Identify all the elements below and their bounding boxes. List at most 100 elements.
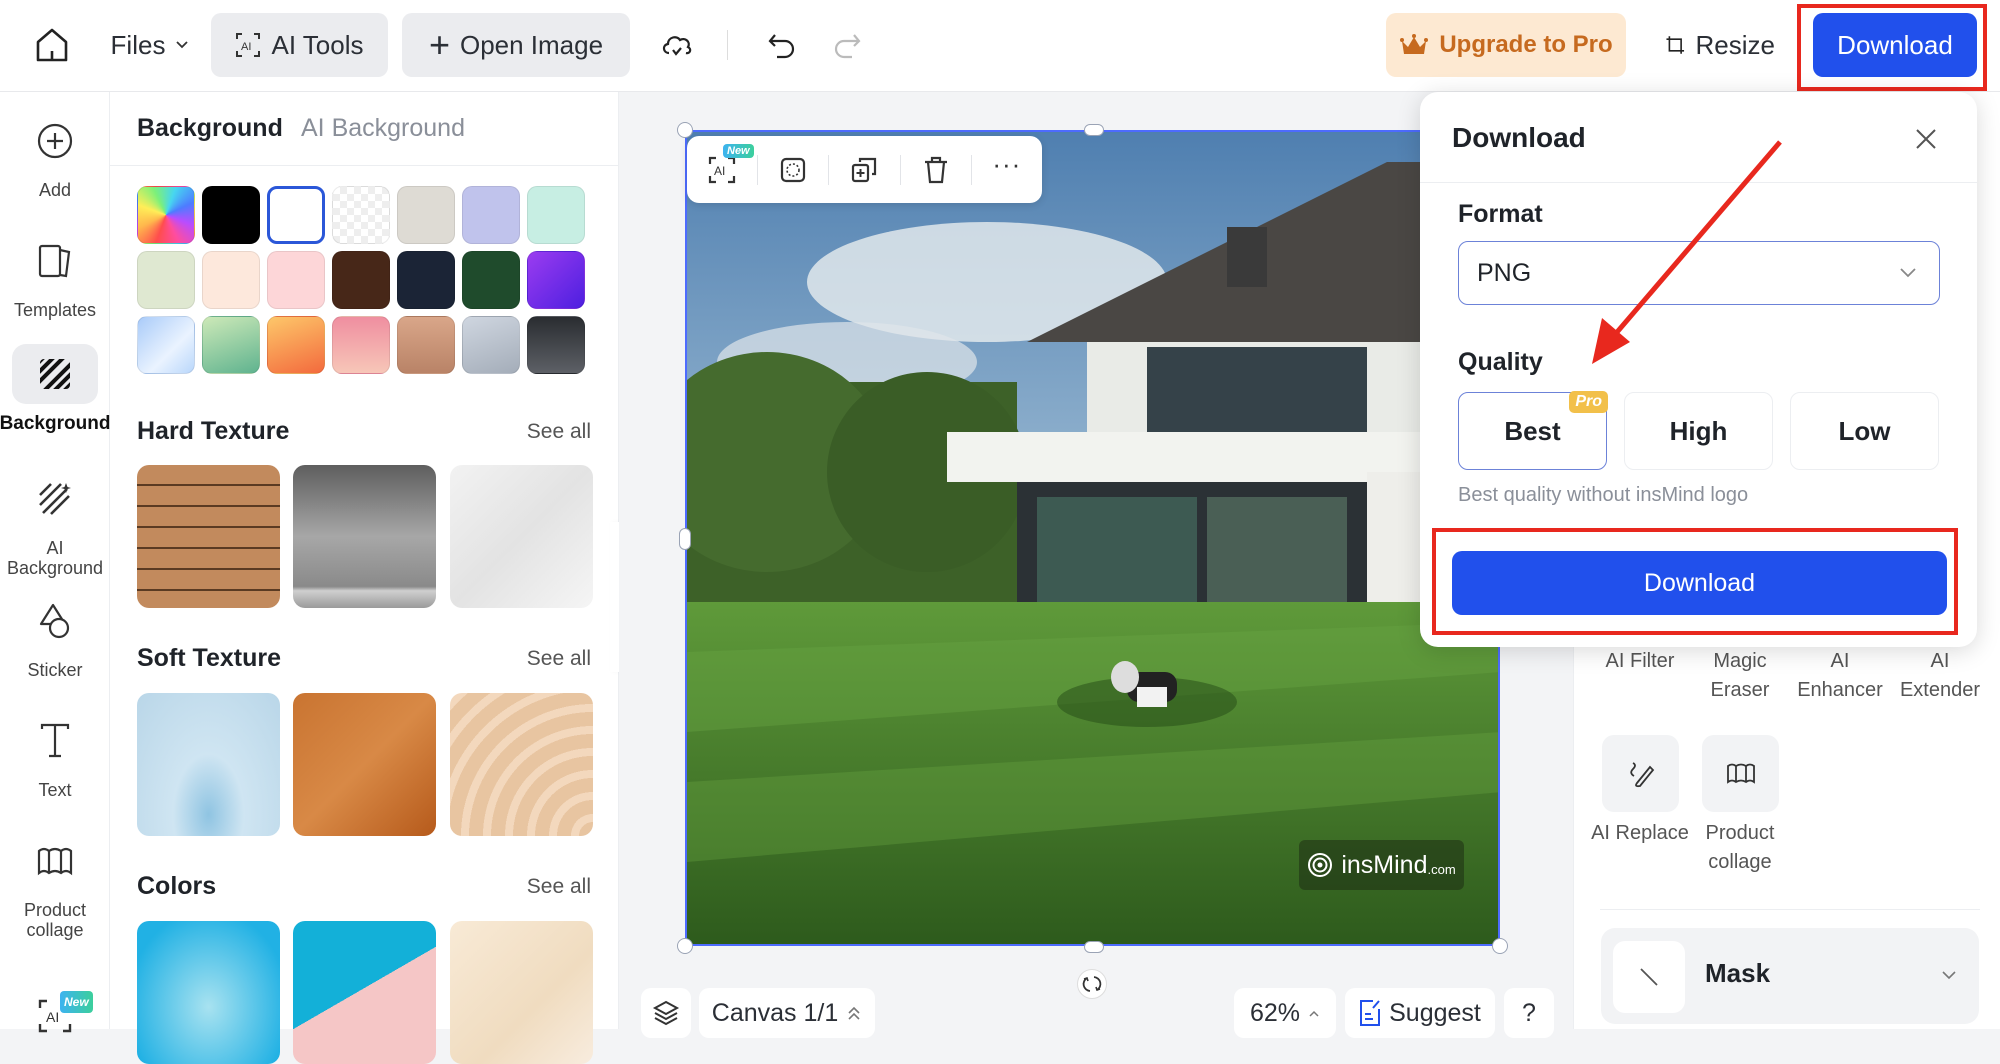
rail-item-text[interactable]: Text xyxy=(0,712,110,800)
color-swatch[interactable] xyxy=(137,251,195,309)
color-swatch[interactable] xyxy=(527,316,585,374)
format-value: PNG xyxy=(1477,258,1532,287)
tab-background[interactable]: Background xyxy=(137,114,283,143)
ai-edit-button[interactable]: AI New xyxy=(687,136,757,203)
ai-scan-icon: AI xyxy=(708,156,736,183)
select-subject-button[interactable] xyxy=(758,136,828,203)
tool-product-collage[interactable]: Product collage xyxy=(1690,819,1790,877)
rail-item-product-collage[interactable]: Product collage xyxy=(0,832,110,940)
canvas-pages-button[interactable]: Canvas 1/1 xyxy=(699,988,875,1038)
texture-leather[interactable] xyxy=(293,693,436,836)
rail-item-background[interactable]: Background xyxy=(0,344,110,434)
color-sky-blue[interactable] xyxy=(137,921,280,1064)
new-badge: New xyxy=(723,144,754,158)
color-swatch[interactable] xyxy=(527,186,585,244)
more-options-button[interactable]: ··· xyxy=(972,136,1042,203)
resize-handle-bottom-left[interactable] xyxy=(677,938,693,954)
chevron-down-icon xyxy=(176,41,189,49)
quality-option-low[interactable]: Low xyxy=(1790,392,1939,470)
tab-ai-background[interactable]: AI Background xyxy=(301,114,465,143)
color-swatch[interactable] xyxy=(462,316,520,374)
color-swatch[interactable] xyxy=(202,251,260,309)
rail-item-templates[interactable]: Templates xyxy=(0,232,110,320)
color-beige[interactable] xyxy=(450,921,593,1064)
redo-button[interactable] xyxy=(827,13,867,77)
texture-cream[interactable] xyxy=(450,693,593,836)
color-swatch[interactable] xyxy=(267,251,325,309)
see-all-colors[interactable]: See all xyxy=(527,875,591,899)
watermark: insMind .com xyxy=(1299,840,1464,890)
tool-product-collage-icon-button[interactable] xyxy=(1702,735,1779,812)
color-swatch[interactable] xyxy=(202,186,260,244)
collage-icon xyxy=(37,847,73,876)
texture-water-splash[interactable] xyxy=(137,693,280,836)
duplicate-button[interactable] xyxy=(829,136,899,203)
tool-ai-replace[interactable]: AI Replace xyxy=(1590,819,1690,848)
color-swatch[interactable] xyxy=(267,186,325,244)
color-swatch[interactable] xyxy=(137,316,195,374)
annotation-highlight-box xyxy=(1432,528,1958,635)
color-swatch[interactable] xyxy=(202,316,260,374)
help-button[interactable]: ? xyxy=(1504,988,1554,1038)
plus-circle-icon xyxy=(37,123,73,159)
open-image-button[interactable]: + Open Image xyxy=(402,13,630,77)
texture-concrete[interactable] xyxy=(293,465,436,608)
resize-handle-left[interactable] xyxy=(679,528,691,550)
rail-item-sticker[interactable]: Sticker xyxy=(0,592,110,680)
layers-button[interactable] xyxy=(641,988,691,1038)
crop-resize-icon xyxy=(1666,36,1685,54)
color-swatch[interactable] xyxy=(397,186,455,244)
rail-label: AI Background xyxy=(6,538,104,578)
upgrade-to-pro-button[interactable]: Upgrade to Pro xyxy=(1386,13,1626,77)
format-label: Format xyxy=(1458,200,1543,228)
home-button[interactable] xyxy=(28,13,76,77)
tool-ai-filter[interactable]: AI Filter xyxy=(1590,647,1690,676)
delete-button[interactable] xyxy=(901,136,971,203)
undo-button[interactable] xyxy=(762,13,802,77)
color-swatch[interactable] xyxy=(527,251,585,309)
color-swatch[interactable] xyxy=(137,186,195,244)
quality-high-label: High xyxy=(1669,415,1728,446)
files-menu[interactable]: Files xyxy=(105,13,195,77)
rail-item-ai-tool[interactable]: AI New xyxy=(0,987,110,1055)
texture-marble[interactable] xyxy=(450,465,593,608)
rail-item-ai-background[interactable]: AI Background xyxy=(0,470,110,578)
tool-ai-enhancer[interactable]: AI Enhancer xyxy=(1790,647,1890,705)
texture-wood[interactable] xyxy=(137,465,280,608)
resize-handle-bottom[interactable] xyxy=(1084,941,1104,953)
rotate-button[interactable] xyxy=(1077,969,1107,999)
tool-ai-replace-icon-button[interactable] xyxy=(1602,735,1679,812)
tool-magic-eraser[interactable]: Magic Eraser xyxy=(1690,647,1790,705)
suggest-label: Suggest xyxy=(1389,998,1481,1027)
see-all-hard-texture[interactable]: See all xyxy=(527,420,591,444)
divider xyxy=(1600,909,1980,910)
close-button[interactable] xyxy=(1913,126,1939,152)
ai-tools-button[interactable]: AI AI Tools xyxy=(211,13,388,77)
resize-handle-bottom-right[interactable] xyxy=(1492,938,1508,954)
color-swatch[interactable] xyxy=(462,251,520,309)
color-swatch[interactable] xyxy=(462,186,520,244)
color-blue-pink[interactable] xyxy=(293,921,436,1064)
color-swatch[interactable] xyxy=(332,251,390,309)
color-swatch[interactable] xyxy=(397,316,455,374)
rail-item-add[interactable]: Add xyxy=(0,112,110,200)
color-swatch[interactable] xyxy=(332,316,390,374)
cloud-save-button[interactable] xyxy=(655,13,699,77)
canvas-image[interactable]: insMind .com xyxy=(685,130,1500,946)
quality-option-best[interactable]: Best Pro xyxy=(1458,391,1608,470)
watermark-text: insMind xyxy=(1341,850,1428,879)
color-swatch[interactable] xyxy=(397,251,455,309)
resize-handle-top[interactable] xyxy=(1084,124,1104,136)
suggest-button[interactable]: Suggest xyxy=(1345,988,1495,1038)
close-icon xyxy=(1916,129,1936,149)
zoom-control[interactable]: 62% xyxy=(1234,988,1336,1038)
background-panel: Background AI Background Hard Texture Se… xyxy=(110,92,638,1064)
see-all-soft-texture[interactable]: See all xyxy=(527,647,591,671)
mask-section[interactable]: Mask xyxy=(1601,928,1979,1024)
quality-option-high[interactable]: High xyxy=(1624,392,1773,470)
suggest-icon xyxy=(1360,1000,1381,1026)
color-swatch[interactable] xyxy=(332,186,390,244)
color-swatch[interactable] xyxy=(267,316,325,374)
tool-ai-extender[interactable]: AI Extender xyxy=(1890,647,1990,705)
resize-button[interactable]: Resize xyxy=(1665,13,1775,77)
